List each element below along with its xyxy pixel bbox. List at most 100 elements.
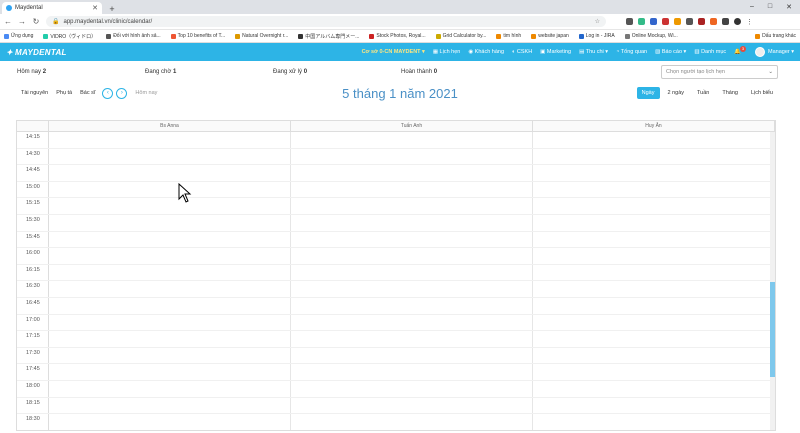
time-slot-cell[interactable] [49, 165, 291, 181]
menu-customers[interactable]: ◉ Khách hàng [468, 49, 504, 55]
reload-icon[interactable]: ↻ [32, 17, 40, 26]
time-slot-cell[interactable] [533, 198, 775, 214]
time-slot-cell[interactable] [533, 148, 775, 165]
creator-select[interactable]: Chọn người tạo lịch hẹn ⌄ [661, 65, 778, 79]
prev-day-button[interactable]: ‹ [102, 87, 114, 99]
maximize-button[interactable]: □ [768, 3, 772, 11]
time-slot-cell[interactable] [291, 397, 533, 414]
time-slot-cell[interactable] [291, 364, 533, 380]
bookmark-item[interactable]: Top 10 benefits of T... [170, 33, 225, 39]
extension-icon[interactable] [638, 17, 645, 25]
time-slot-cell[interactable] [533, 331, 775, 347]
profile-avatar-icon[interactable] [734, 17, 741, 25]
extension-icon[interactable] [674, 17, 681, 25]
browser-tab[interactable]: Maydental ✕ [2, 2, 102, 14]
time-slot-cell[interactable] [291, 314, 533, 331]
time-slot-cell[interactable] [49, 132, 291, 148]
time-slot-cell[interactable] [533, 165, 775, 181]
menu-appointments[interactable]: ▦ Lịch hẹn [433, 49, 461, 55]
time-slot-cell[interactable] [291, 214, 533, 231]
bookmark-item[interactable]: Stock Photos, Royal... [369, 33, 426, 39]
view-month-button[interactable]: Tháng [717, 87, 743, 99]
extension-icon[interactable] [698, 17, 705, 25]
time-slot-cell[interactable] [533, 297, 775, 314]
time-slot-cell[interactable] [533, 414, 775, 430]
close-tab-icon[interactable]: ✕ [92, 4, 98, 12]
bookmark-item[interactable]: VIDRO（ヴィドロ） [43, 33, 96, 40]
url-input[interactable]: 🔒 app.maydental.vn/clinic/calendar/ ☆ [46, 16, 606, 27]
time-slot-cell[interactable] [533, 248, 775, 264]
time-slot-cell[interactable] [49, 297, 291, 314]
extensions-puzzle-icon[interactable] [722, 17, 729, 25]
time-slot-cell[interactable] [533, 231, 775, 248]
menu-finance[interactable]: ▤ Thu chi ▾ [579, 49, 608, 55]
bookmark-star-icon[interactable]: ☆ [595, 18, 600, 25]
time-slot-cell[interactable] [49, 380, 291, 397]
time-slot-cell[interactable] [533, 397, 775, 414]
next-day-button[interactable]: › [116, 87, 128, 99]
time-slot-cell[interactable] [291, 380, 533, 397]
time-slot-cell[interactable] [49, 264, 291, 281]
time-slot-cell[interactable] [533, 181, 775, 198]
view-day-button[interactable]: Ngày [636, 87, 660, 99]
time-slot-cell[interactable] [49, 314, 291, 331]
bookmark-item[interactable]: Natural Overnight r... [235, 33, 288, 39]
time-slot-cell[interactable] [49, 397, 291, 414]
time-slot-cell[interactable] [291, 347, 533, 364]
new-tab-button[interactable]: + [106, 4, 118, 14]
time-slot-cell[interactable] [291, 132, 533, 148]
view-agenda-button[interactable]: Lịch biểu [746, 87, 778, 99]
bookmark-item[interactable]: Grid Calculator by... [435, 33, 486, 39]
bookmark-item[interactable]: tim hình [496, 33, 521, 39]
minimize-button[interactable]: – [750, 3, 754, 11]
time-slot-cell[interactable] [291, 148, 533, 165]
menu-reports[interactable]: ▧ Báo cáo ▾ [655, 49, 686, 55]
extension-icon[interactable] [686, 17, 693, 25]
other-bookmarks[interactable]: Dấu trang khác [755, 33, 796, 39]
bookmark-item[interactable]: Online Mockup, Wi... [624, 33, 678, 39]
menu-catalog[interactable]: ▥ Danh mục [694, 49, 726, 55]
time-slot-cell[interactable] [49, 214, 291, 231]
bookmark-item[interactable]: 中国アルバム専門メー... [298, 33, 359, 40]
bookmark-item[interactable]: Log in - JIRA [578, 33, 615, 39]
time-slot-cell[interactable] [533, 347, 775, 364]
time-slot-cell[interactable] [533, 314, 775, 331]
extension-icon[interactable] [710, 17, 717, 25]
time-slot-cell[interactable] [533, 364, 775, 380]
time-slot-cell[interactable] [49, 148, 291, 165]
time-slot-cell[interactable] [49, 198, 291, 214]
maydental-logo[interactable]: ✦ MAYDENTAL [6, 48, 67, 57]
time-slot-cell[interactable] [291, 264, 533, 281]
extension-icon[interactable] [650, 17, 657, 25]
notification-bell-icon[interactable]: 🔔 3 [734, 46, 746, 55]
time-slot-cell[interactable] [49, 414, 291, 430]
time-slot-cell[interactable] [49, 181, 291, 198]
forward-icon[interactable]: → [18, 17, 26, 26]
time-slot-cell[interactable] [533, 281, 775, 297]
bookmark-item[interactable]: Đối với hình ảnh sả... [106, 33, 161, 39]
view-week-button[interactable]: Tuần [692, 87, 714, 99]
menu-customer-care[interactable]: ◐ CSKH [512, 49, 532, 55]
menu-marketing[interactable]: ▣ Marketing [540, 49, 571, 55]
time-slot-cell[interactable] [291, 231, 533, 248]
time-slot-cell[interactable] [49, 248, 291, 264]
bookmark-apps[interactable]: Ứng dụng [4, 33, 33, 39]
bookmark-item[interactable]: website japan [531, 33, 569, 39]
time-slot-cell[interactable] [49, 281, 291, 297]
assistant-button[interactable]: Phụ tá [52, 87, 76, 99]
time-slot-cell[interactable] [533, 380, 775, 397]
doctor-button[interactable]: Bác sĩ [76, 87, 99, 99]
time-slot-cell[interactable] [49, 347, 291, 364]
today-button[interactable]: Hôm nay [135, 90, 157, 96]
menu-overview[interactable]: ◔ Tổng quan [616, 49, 647, 55]
time-slot-cell[interactable] [533, 214, 775, 231]
view-2days-button[interactable]: 2 ngày [663, 87, 690, 99]
time-slot-cell[interactable] [291, 281, 533, 297]
user-menu[interactable]: Manager ▾ [755, 47, 794, 57]
time-slot-cell[interactable] [291, 248, 533, 264]
time-slot-cell[interactable] [291, 331, 533, 347]
back-icon[interactable]: ← [4, 17, 12, 26]
branch-selector[interactable]: Cơ sở 0-CN MAYDENT ▾ [362, 49, 425, 55]
time-slot-cell[interactable] [533, 132, 775, 148]
time-slot-cell[interactable] [291, 198, 533, 214]
